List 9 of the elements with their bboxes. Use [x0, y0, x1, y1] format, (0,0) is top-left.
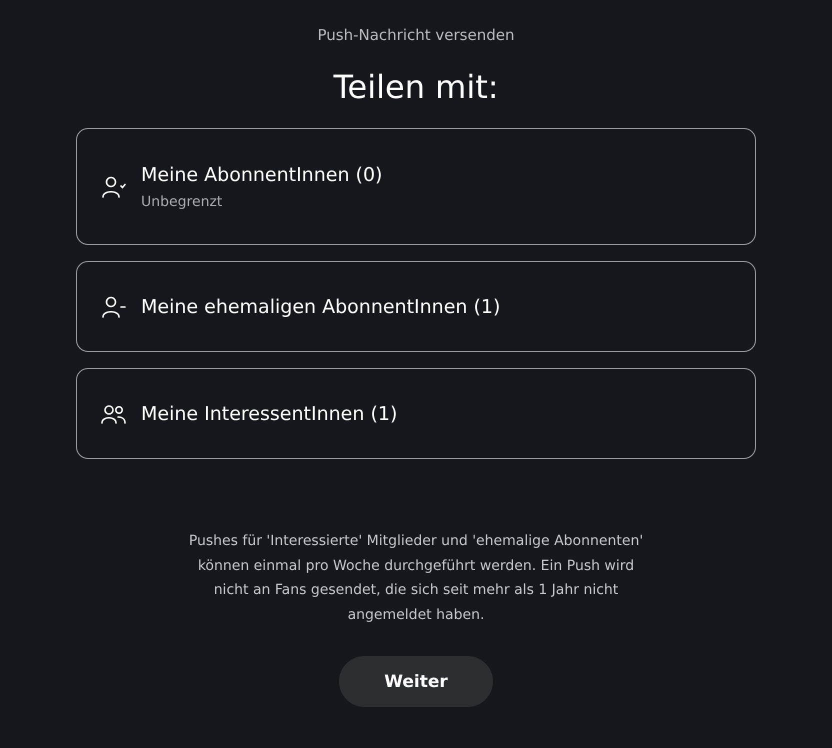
continue-button[interactable]: Weiter — [339, 656, 493, 707]
page-subtitle: Push-Nachricht versenden — [317, 26, 514, 44]
info-text: Pushes für 'Interessierte' Mitglieder und 'ehemalige Abonnenten' können einmal pro Woche durchgeführt werden. Ein Push wird nicht an Fans gesendet, die sich seit mehr als 1 Jahr nicht angemeldet haben. — [188, 532, 644, 624]
audience-option[interactable]: Meine InteressentInnen (1) — [76, 368, 756, 459]
user-check-icon — [101, 174, 127, 198]
user-minus-icon — [101, 294, 127, 318]
audience-option[interactable]: Meine ehemaligen AbonnentInnen (1) — [76, 261, 756, 352]
audience-option[interactable]: Meine AbonnentInnen (0) Unbegrenzt — [76, 128, 756, 245]
page-title: Teilen mit: — [333, 68, 499, 106]
